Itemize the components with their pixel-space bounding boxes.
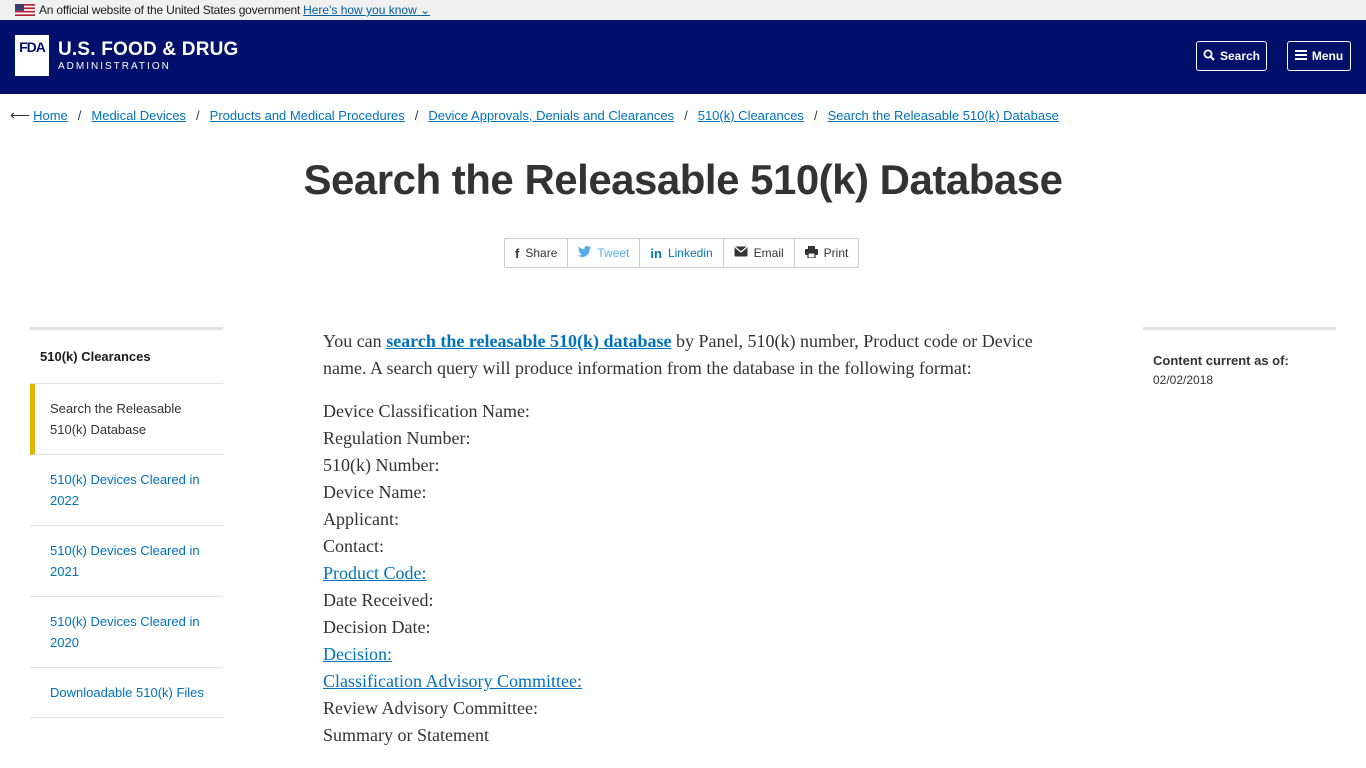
field-classification-committee-link[interactable]: Classification Advisory Committee:: [323, 668, 1043, 695]
twitter-icon: [578, 246, 592, 260]
sidenav-heading[interactable]: 510(k) Clearances: [30, 330, 223, 384]
share-print-button[interactable]: Print: [795, 239, 859, 267]
field-regulation-number: Regulation Number:: [323, 428, 471, 448]
field-510k-number: 510(k) Number:: [323, 455, 440, 475]
menu-button-label: Menu: [1311, 49, 1344, 63]
gov-banner-text: An official website of the United States…: [39, 3, 301, 17]
intro-prefix: You can: [323, 331, 387, 351]
content-current-label: Content current as of:: [1153, 353, 1289, 368]
breadcrumb-separator: /: [684, 107, 688, 123]
share-twitter-button[interactable]: Tweet: [568, 239, 641, 267]
printer-icon: [804, 245, 818, 261]
site-header: FDA U.S. FOOD & DRUG ADMINISTRATION Sear…: [0, 20, 1366, 94]
intro-paragraph: You can search the releasable 510(k) dat…: [323, 328, 1043, 382]
fda-logo[interactable]: FDA: [15, 35, 49, 76]
email-label: Email: [753, 246, 784, 260]
field-applicant: Applicant:: [323, 509, 399, 529]
sidenav-item-downloadable-files[interactable]: Downloadable 510(k) Files: [30, 668, 223, 718]
search-button[interactable]: Search: [1196, 41, 1267, 71]
agency-subtitle: ADMINISTRATION: [58, 61, 171, 72]
search-database-link[interactable]: search the releasable 510(k) database: [386, 331, 671, 351]
envelope-icon: [734, 246, 748, 260]
back-arrow-icon: ⟵: [10, 106, 31, 123]
fda-logo-text: FDA: [19, 39, 46, 55]
field-device-name: Device Name:: [323, 482, 427, 502]
breadcrumb: ⟵ Home / Medical Devices / Products and …: [10, 106, 1059, 124]
breadcrumb-separator: /: [77, 107, 82, 123]
print-label: Print: [823, 246, 849, 260]
side-navigation: 510(k) Clearances Search the Releasable …: [30, 327, 223, 718]
breadcrumb-medical-devices[interactable]: Medical Devices: [91, 108, 186, 123]
sidenav-item-cleared-2020[interactable]: 510(k) Devices Cleared in 2020: [30, 597, 223, 668]
field-decision-link[interactable]: Decision:: [323, 641, 1043, 668]
hamburger-icon: [1294, 49, 1307, 63]
linkedin-icon: in: [650, 245, 662, 261]
field-product-code-link[interactable]: Product Code:: [323, 560, 1043, 587]
share-email-button[interactable]: Email: [724, 239, 795, 267]
facebook-icon: f: [515, 245, 520, 261]
field-decision-date: Decision Date:: [323, 617, 431, 637]
breadcrumb-separator: /: [813, 107, 818, 123]
share-label: Share: [525, 246, 558, 260]
sidenav-item-cleared-2021[interactable]: 510(k) Devices Cleared in 2021: [30, 526, 223, 597]
menu-button[interactable]: Menu: [1287, 41, 1351, 71]
field-date-received: Date Received:: [323, 590, 434, 610]
field-summary-or-statement: Summary or Statement: [323, 725, 489, 745]
tweet-label: Tweet: [597, 246, 630, 260]
breadcrumb-current-page[interactable]: Search the Releasable 510(k) Database: [828, 108, 1059, 123]
breadcrumb-home[interactable]: Home: [33, 108, 68, 123]
search-button-label: Search: [1219, 49, 1261, 63]
sidenav-item-cleared-2022[interactable]: 510(k) Devices Cleared in 2022: [30, 455, 223, 526]
sidenav-item-search-database[interactable]: Search the Releasable 510(k) Database: [30, 384, 223, 455]
gov-banner: An official website of the United States…: [0, 0, 1366, 20]
share-linkedin-button[interactable]: in Linkedin: [640, 239, 724, 267]
field-contact: Contact:: [323, 536, 384, 556]
chevron-down-icon: ⌄: [420, 3, 431, 17]
share-facebook-button[interactable]: f Share: [505, 239, 569, 267]
breadcrumb-separator: /: [414, 107, 419, 123]
breadcrumb-510k-clearances[interactable]: 510(k) Clearances: [698, 108, 804, 123]
main-content: You can search the releasable 510(k) dat…: [323, 328, 1043, 749]
field-review-advisory-committee: Review Advisory Committee:: [323, 698, 538, 718]
search-icon: [1203, 49, 1215, 64]
linkedin-label: Linkedin: [667, 246, 713, 260]
content-current-date: 02/02/2018: [1153, 373, 1214, 387]
heres-how-you-know-label: Here's how you know: [303, 3, 417, 17]
share-toolbar: f Share Tweet in Linkedin Email Print: [504, 238, 860, 268]
content-date-panel: Content current as of: 02/02/2018: [1143, 327, 1336, 387]
agency-title[interactable]: U.S. FOOD & DRUG: [58, 39, 239, 61]
field-device-classification-name: Device Classification Name:: [323, 401, 530, 421]
heres-how-you-know-link[interactable]: Here's how you know ⌄: [303, 3, 430, 17]
breadcrumb-separator: /: [196, 107, 200, 123]
us-flag-icon: [15, 4, 35, 16]
breadcrumb-products-procedures[interactable]: Products and Medical Procedures: [210, 108, 405, 123]
breadcrumb-device-approvals[interactable]: Device Approvals, Denials and Clearances: [428, 108, 674, 123]
page-title: Search the Releasable 510(k) Database: [303, 156, 1063, 203]
